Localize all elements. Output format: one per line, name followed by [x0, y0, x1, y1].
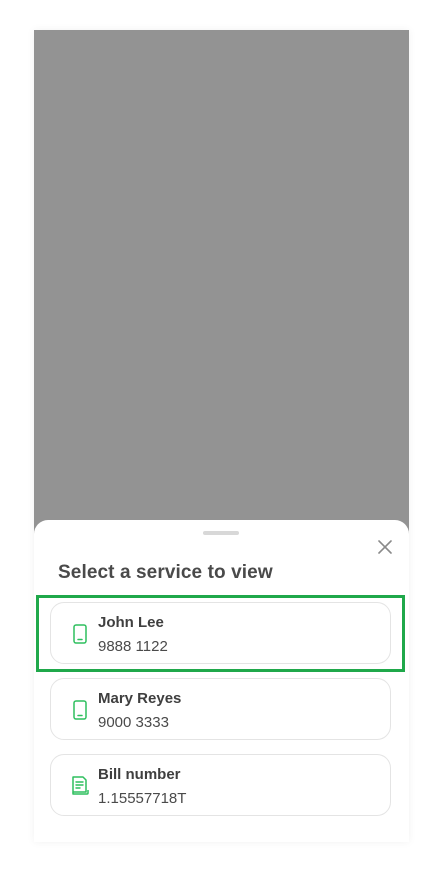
bill-document-icon — [69, 774, 91, 798]
service-name: Mary Reyes — [98, 690, 182, 707]
service-name: John Lee — [98, 614, 164, 631]
bottom-sheet: Select a service to view John Lee 9888 1… — [34, 520, 409, 842]
sheet-drag-handle[interactable] — [203, 531, 239, 535]
service-number: 1.15557718T — [98, 790, 187, 807]
service-card-john-lee[interactable]: John Lee 9888 1122 — [50, 602, 391, 664]
sheet-title: Select a service to view — [58, 562, 273, 583]
service-card-mary-reyes[interactable]: Mary Reyes 9000 3333 — [50, 678, 391, 740]
service-card-bill-number[interactable]: Bill number 1.15557718T — [50, 754, 391, 816]
service-number: 9000 3333 — [98, 714, 169, 731]
close-icon — [378, 540, 392, 554]
service-name: Bill number — [98, 766, 181, 783]
mobile-phone-icon — [69, 622, 91, 646]
close-button[interactable] — [372, 534, 398, 560]
mobile-phone-icon — [69, 698, 91, 722]
phone-screen: Select a service to view John Lee 9888 1… — [34, 30, 409, 842]
service-number: 9888 1122 — [98, 638, 168, 655]
